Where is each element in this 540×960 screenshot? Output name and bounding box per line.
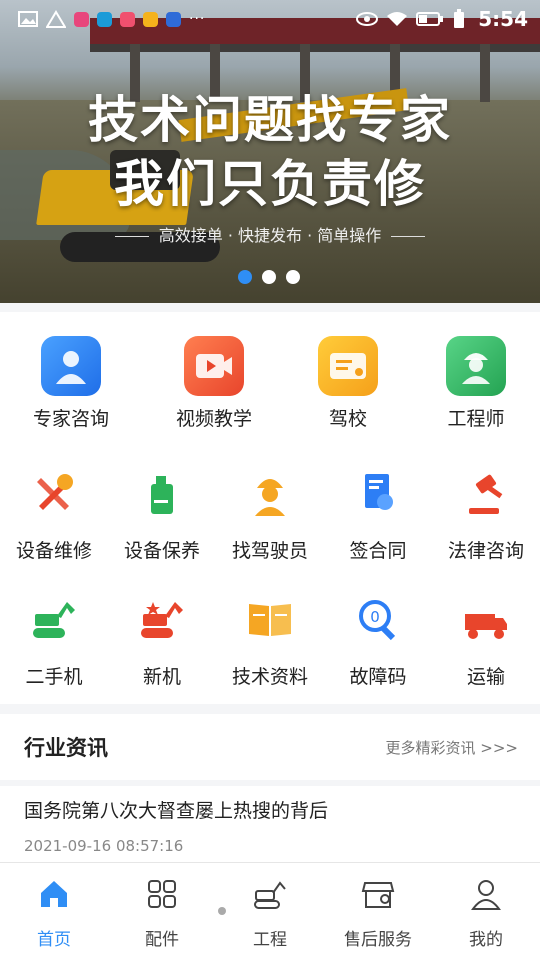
tab-label: 工程: [253, 930, 287, 950]
banner-dot-1[interactable]: [238, 270, 252, 284]
tab-label: 配件: [145, 930, 179, 950]
expert-icon: [41, 336, 101, 396]
service-label: 工程师: [447, 408, 505, 430]
service-label: 驾校: [328, 408, 367, 430]
service-label: 故障码: [349, 666, 407, 688]
app-notification-icon: [97, 11, 112, 27]
news-item-time: 2021-09-16 08:57:16: [24, 837, 184, 855]
more-news-link[interactable]: 更多精彩资讯 >>>: [386, 737, 518, 758]
service-label: 专家咨询: [32, 408, 109, 430]
banner-pagination: [238, 270, 300, 284]
bottom-navigation: 首页 配件 工程 售后服务 我的: [0, 862, 540, 960]
tab-label: 首页: [37, 930, 71, 950]
contract-icon: [365, 474, 393, 510]
news-list-item[interactable]: 国务院第八次大督查屡上热搜的背后 2021-09-16 08:57:16: [0, 786, 540, 862]
grid-icon: [148, 880, 176, 908]
service-label: 技术资料: [231, 666, 308, 688]
battery-icon: [416, 12, 444, 26]
tab-label: 售后服务: [344, 930, 412, 950]
service-used-machine[interactable]: 二手机: [0, 596, 108, 689]
wifi-icon: [387, 12, 408, 26]
driver-icon: [255, 479, 285, 516]
tab-projects[interactable]: 工程: [216, 863, 324, 960]
banner-dot-2[interactable]: [262, 270, 276, 284]
service-label: 新机: [142, 666, 181, 688]
service-video-tutorial[interactable]: 视频教学: [154, 336, 274, 431]
error-code-icon: 0: [359, 600, 396, 641]
floating-indicator-dot: [218, 907, 226, 915]
home-icon: [41, 881, 67, 907]
truck-icon: [465, 614, 507, 639]
service-transport[interactable]: 运输: [432, 596, 540, 689]
service-label: 二手机: [25, 666, 83, 688]
tab-home[interactable]: 首页: [0, 863, 108, 960]
engineer-icon: [446, 336, 506, 396]
app-notification-icon: [166, 11, 181, 27]
service-equipment-repair[interactable]: 设备维修: [0, 470, 108, 563]
service-label: 运输: [466, 666, 505, 688]
service-label: 设备保养: [123, 540, 200, 562]
service-store-icon: [361, 882, 395, 908]
service-row-2: 二手机 新机 技术资料 0 故障码 运输: [0, 596, 540, 689]
service-grid: 专家咨询 视频教学 驾校 工程师 设备维修 设备保养 找驾驶员 签合同 法律咨询…: [0, 312, 540, 704]
service-expert-consult[interactable]: 专家咨询: [11, 336, 131, 431]
oil-can-icon: [151, 476, 173, 514]
service-label: 签合同: [349, 540, 407, 562]
service-find-driver[interactable]: 找驾驶员: [216, 470, 324, 563]
hero-banner[interactable]: 技术问题找专家 我们只负责修 高效接单 · 快捷发布 · 简单操作: [0, 0, 540, 303]
service-engineer[interactable]: 工程师: [416, 336, 536, 431]
status-bar: ··· 5:54: [0, 0, 540, 38]
service-row-1: 设备维修 设备保养 找驾驶员 签合同 法律咨询: [0, 470, 540, 563]
tab-after-sales[interactable]: 售后服务: [324, 863, 432, 960]
app-notification-icon: [143, 11, 158, 27]
service-equipment-maintenance[interactable]: 设备保养: [108, 470, 216, 563]
news-section-title: 行业资讯: [24, 736, 108, 760]
banner-title-line2: 我们只负责修: [114, 155, 426, 213]
more-notifications-icon: ···: [189, 11, 206, 27]
banner-dot-3[interactable]: [286, 270, 300, 284]
user-icon: [471, 880, 501, 910]
book-icon: [249, 604, 291, 636]
excavator-icon: [254, 881, 286, 909]
new-machine-icon: [141, 602, 183, 638]
svg-text:0: 0: [370, 608, 380, 626]
service-label: 设备维修: [15, 540, 92, 562]
service-label: 法律咨询: [447, 540, 524, 562]
news-section-header: 行业资讯 更多精彩资讯 >>>: [0, 714, 540, 780]
service-tech-docs[interactable]: 技术资料: [216, 596, 324, 689]
banner-bridge-deck: [90, 44, 540, 52]
tab-label: 我的: [469, 930, 503, 950]
gallery-icon: [18, 11, 38, 27]
video-icon: [184, 336, 244, 396]
status-time: 5:54: [478, 7, 528, 31]
service-error-code[interactable]: 0 故障码: [324, 596, 432, 689]
tab-me[interactable]: 我的: [432, 863, 540, 960]
wrench-icon: [37, 474, 73, 510]
news-item-title: 国务院第八次大督查屡上热搜的背后: [24, 800, 329, 822]
service-driving-school[interactable]: 驾校: [288, 336, 408, 431]
charging-icon: [454, 9, 465, 28]
service-sign-contract[interactable]: 签合同: [324, 470, 432, 563]
gavel-icon: [469, 474, 503, 514]
eye-icon: [356, 12, 379, 26]
banner-subtitle: 高效接单 · 快捷发布 · 简单操作: [0, 222, 540, 246]
app-notification-icon: [120, 11, 135, 27]
service-legal-consult[interactable]: 法律咨询: [432, 470, 540, 563]
service-new-machine[interactable]: 新机: [108, 596, 216, 689]
service-label: 视频教学: [175, 408, 252, 430]
service-label: 找驾驶员: [231, 540, 308, 562]
app-notification-icon: [74, 11, 89, 27]
banner-title-line1: 技术问题找专家: [88, 91, 452, 149]
driving-school-icon: [318, 336, 378, 396]
warning-icon: [46, 10, 66, 28]
used-machine-icon: [33, 602, 75, 638]
tab-parts[interactable]: 配件: [108, 863, 216, 960]
